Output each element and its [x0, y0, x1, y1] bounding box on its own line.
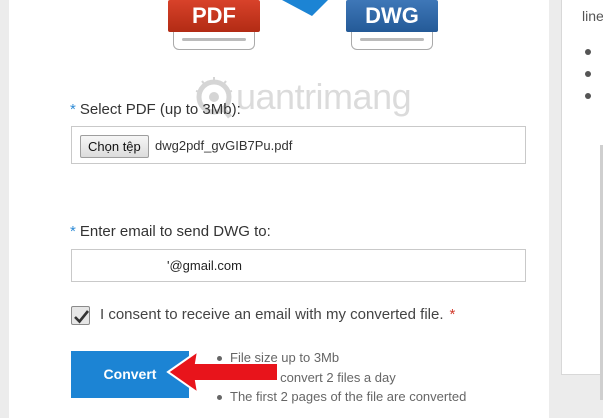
- icon-line: [182, 38, 246, 41]
- side-panel-text: line: [582, 8, 603, 24]
- email-field-label: * Enter email to send DWG to:: [70, 223, 271, 240]
- choose-file-button[interactable]: Chọn tệp: [80, 135, 149, 158]
- email-input[interactable]: '@gmail.com: [71, 249, 526, 282]
- consent-checkbox[interactable]: [71, 306, 90, 325]
- watermark-text: uantrimang: [236, 76, 412, 117]
- dwg-file-icon: DWG: [346, 0, 438, 50]
- dwg-icon-label: DWG: [346, 0, 438, 32]
- pdf-file-input[interactable]: Chọn tệp dwg2pdf_gvGIB7Pu.pdf: [71, 126, 526, 164]
- side-panel: line: [561, 0, 603, 375]
- required-mark: *: [70, 101, 76, 118]
- icon-line: [360, 38, 424, 41]
- email-value: '@gmail.com: [167, 258, 242, 273]
- red-pointer-arrow-icon: [166, 349, 279, 395]
- side-bullet: [585, 71, 591, 77]
- required-mark: *: [70, 223, 76, 240]
- consent-text: I consent to receive an email with my co…: [100, 306, 444, 323]
- pdf-icon-label: PDF: [168, 0, 260, 32]
- checkmark-icon: [74, 310, 90, 324]
- selected-file-name: dwg2pdf_gvGIB7Pu.pdf: [155, 138, 293, 153]
- convert-direction-arrow-icon: [282, 0, 328, 16]
- email-label-text: Enter email to send DWG to:: [79, 223, 271, 240]
- required-mark: *: [449, 306, 456, 323]
- pdf-field-label: * Select PDF (up to 3Mb):: [70, 101, 241, 118]
- consent-label: I consent to receive an email with my co…: [100, 306, 455, 323]
- side-bullet: [585, 93, 591, 99]
- side-bullet: [585, 49, 591, 55]
- pdf-label-text: Select PDF (up to 3Mb):: [79, 101, 241, 118]
- pdf-file-icon: PDF: [168, 0, 260, 50]
